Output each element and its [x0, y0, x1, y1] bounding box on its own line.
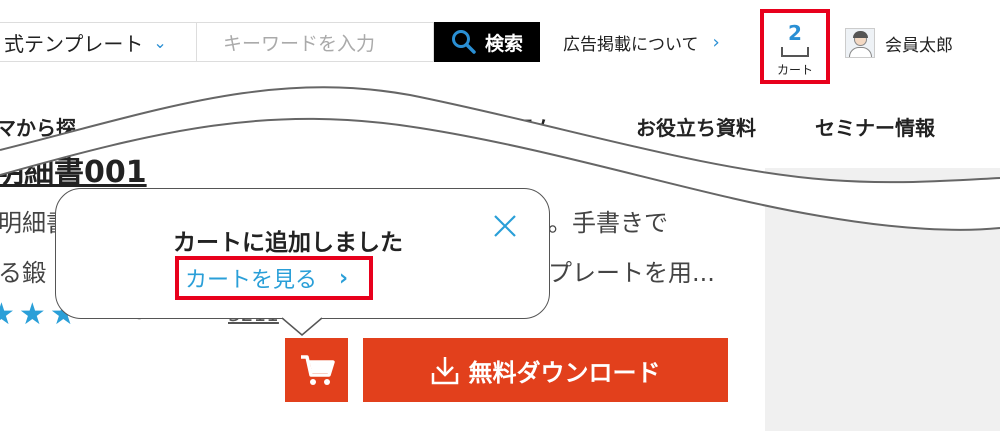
- view-cart-link[interactable]: カートを見る ›: [175, 256, 373, 300]
- close-icon[interactable]: [491, 212, 519, 240]
- popover-message: カートに追加しました: [173, 230, 403, 256]
- chevron-right-icon: ›: [339, 265, 349, 291]
- view-cart-label: カートを見る: [185, 268, 318, 293]
- popover-pointer: [282, 317, 322, 336]
